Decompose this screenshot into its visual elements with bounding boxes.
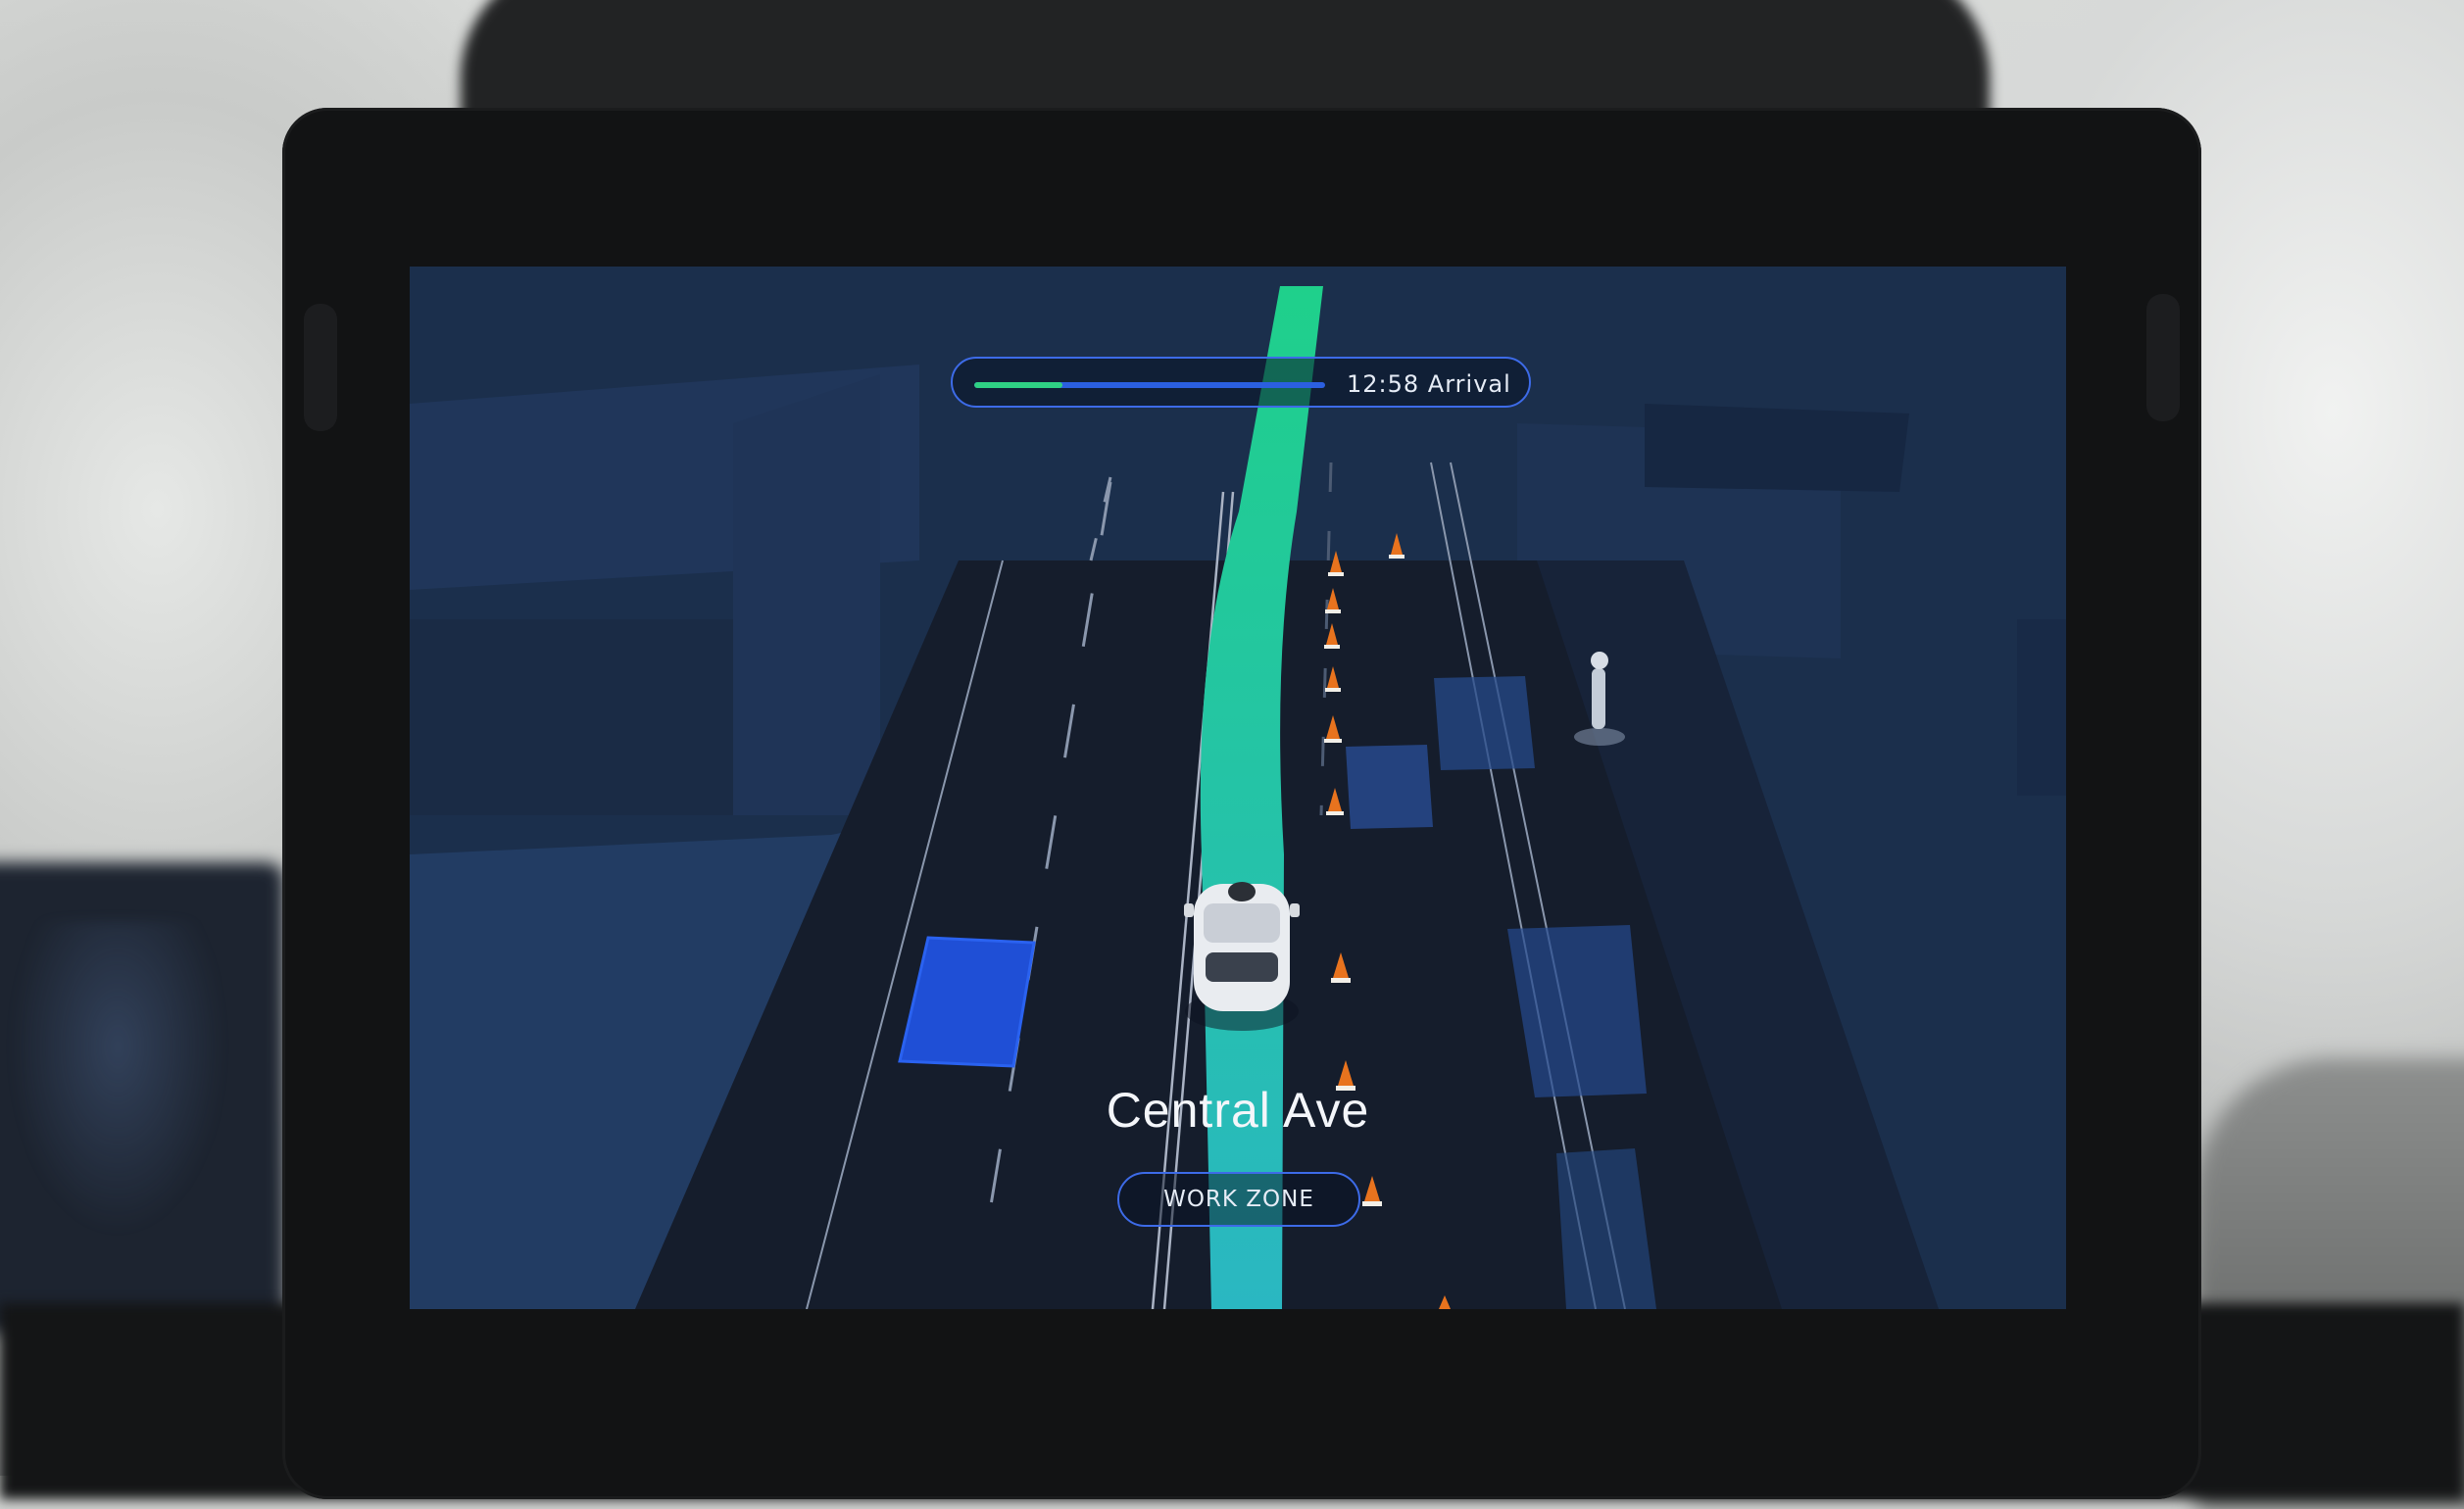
building-block	[2017, 619, 2066, 796]
tablet-side-button-left	[304, 304, 337, 431]
building-block	[410, 619, 733, 815]
trip-progress-track	[974, 382, 1325, 388]
building-block	[1645, 404, 1909, 492]
work-zone-badge[interactable]: WORK ZONE	[1117, 1172, 1360, 1227]
autonomous-car-icon	[1184, 882, 1300, 1031]
navigation-screen: 12:58 Arrival Central Ave WORK ZONE	[410, 267, 2066, 1309]
trip-progress-fill	[974, 382, 1062, 388]
building-block	[733, 374, 880, 815]
current-street-name: Central Ave	[1106, 1083, 1370, 1138]
map-view[interactable]	[410, 267, 2066, 1309]
arrival-time-label: 12:58 Arrival	[1347, 370, 1511, 398]
trip-progress-pill[interactable]: 12:58 Arrival	[951, 357, 1531, 408]
background-dashboard-glow	[10, 921, 225, 1235]
vehicle-faded	[1346, 745, 1433, 829]
tablet-side-button-right	[2146, 294, 2180, 421]
vehicle-faded	[1434, 676, 1535, 770]
